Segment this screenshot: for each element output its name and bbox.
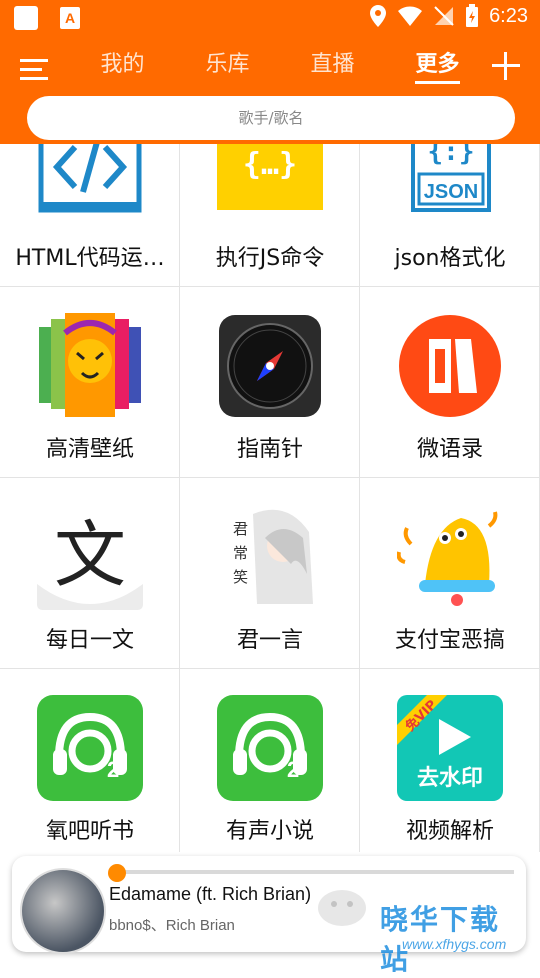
app-notification-icon: A <box>60 7 80 29</box>
battery-icon <box>466 4 479 27</box>
tab-2[interactable]: 直播 <box>280 48 385 88</box>
sheep-watermark-icon <box>318 890 366 926</box>
headphones-o2-icon: 2 <box>37 695 143 801</box>
nav-tabs: 我的 乐库 直播 更多 <box>70 48 490 88</box>
grid-item[interactable]: {:} JSON json格式化 <box>360 144 540 287</box>
grid-item-label: 微语录 <box>416 437 483 462</box>
grid-item-label: 氧吧听书 <box>45 819 134 844</box>
notification-icon <box>14 6 38 30</box>
grid-item[interactable]: 高清壁纸 <box>0 287 180 478</box>
no-signal-icon <box>434 6 454 26</box>
watermark-url: www.xfhygs.com <box>402 936 507 952</box>
grid-item[interactable]: 支付宝恶搞 <box>360 478 540 669</box>
grid-item[interactable]: 2 有声小说 <box>180 669 360 852</box>
grid-item-label: 每日一文 <box>45 628 134 653</box>
headphones-o2-icon: 2 <box>217 695 323 801</box>
plus-icon[interactable] <box>490 50 522 82</box>
tab-3[interactable]: 更多 <box>385 48 490 88</box>
js-braces-icon: {…} <box>217 144 323 228</box>
grid-item-label: HTML代码运… <box>15 246 165 271</box>
svg-text:2: 2 <box>107 757 119 782</box>
lion-wallpaper-icon <box>37 313 143 419</box>
tab-1[interactable]: 乐库 <box>175 48 280 88</box>
svg-text:JSON: JSON <box>424 181 478 203</box>
grid-item[interactable]: {…} 执行JS命令 <box>180 144 360 287</box>
grid-item[interactable]: 免VIP 去水印视频解析 <box>360 669 540 852</box>
grid-item[interactable]: 君常笑君一言 <box>180 478 360 669</box>
grid-item-label: 高清壁纸 <box>45 437 134 462</box>
grid-item-label: json格式化 <box>394 246 506 271</box>
wen-character-icon: 文 <box>37 504 143 610</box>
location-icon <box>370 5 387 27</box>
html-code-icon <box>37 144 143 228</box>
svg-text:君: 君 <box>233 520 248 538</box>
menu-icon[interactable] <box>20 56 50 84</box>
progress-bar[interactable] <box>112 870 514 874</box>
svg-text:2: 2 <box>287 757 299 782</box>
svg-text:文: 文 <box>54 513 126 597</box>
svg-text:去水印: 去水印 <box>417 766 483 791</box>
grid-item-label: 君一言 <box>236 628 303 653</box>
grid-item-label: 支付宝恶搞 <box>394 628 505 653</box>
search-input[interactable]: 歌手/歌名 <box>27 96 515 140</box>
status-bar: A 6:23 <box>0 0 540 36</box>
quote-icon <box>397 313 503 419</box>
top-bar: 我的 乐库 直播 更多 歌手/歌名 <box>0 36 540 144</box>
progress-knob[interactable] <box>108 864 126 882</box>
bell-icon <box>396 504 503 610</box>
song-artist: bbno$、Rich Brian <box>109 917 235 934</box>
tab-label: 直播 <box>310 52 355 77</box>
grid-item[interactable]: HTML代码运… <box>0 144 180 287</box>
svg-text:笑: 笑 <box>233 568 248 586</box>
svg-text:常: 常 <box>233 544 248 562</box>
svg-text:{…}: {…} <box>243 147 297 182</box>
tab-0[interactable]: 我的 <box>70 48 175 88</box>
mini-player[interactable]: Edamame (ft. Rich Brian) bbno$、Rich Bria… <box>12 856 526 976</box>
grid-item[interactable]: 微语录 <box>360 287 540 478</box>
clock: 6:23 <box>489 4 528 27</box>
grid-item-label: 有声小说 <box>225 819 314 844</box>
grid-item[interactable]: 指南针 <box>180 287 360 478</box>
grid-item-label: 视频解析 <box>405 819 494 844</box>
tools-grid: HTML代码运… {…} 执行JS命令 {:} JSON json格式化高清壁纸 指南针 微语… <box>0 144 540 852</box>
tab-label: 更多 <box>415 52 460 84</box>
grid-item-label: 执行JS命令 <box>215 246 325 271</box>
grid-item-label: 指南针 <box>236 437 303 462</box>
tab-label: 我的 <box>100 52 145 77</box>
play-video-icon: 免VIP 去水印 <box>397 695 503 801</box>
anime-portrait-icon: 君常笑 <box>217 504 323 610</box>
wifi-icon <box>398 6 423 26</box>
json-file-icon: {:} JSON <box>397 144 503 228</box>
compass-icon <box>217 313 323 419</box>
song-title: Edamame (ft. Rich Brian) <box>109 884 312 904</box>
grid-item[interactable]: 2 氧吧听书 <box>0 669 180 852</box>
album-cover[interactable] <box>20 868 106 954</box>
grid-item[interactable]: 文每日一文 <box>0 478 180 669</box>
svg-text:{:}: {:} <box>428 144 475 167</box>
tab-label: 乐库 <box>205 52 250 77</box>
